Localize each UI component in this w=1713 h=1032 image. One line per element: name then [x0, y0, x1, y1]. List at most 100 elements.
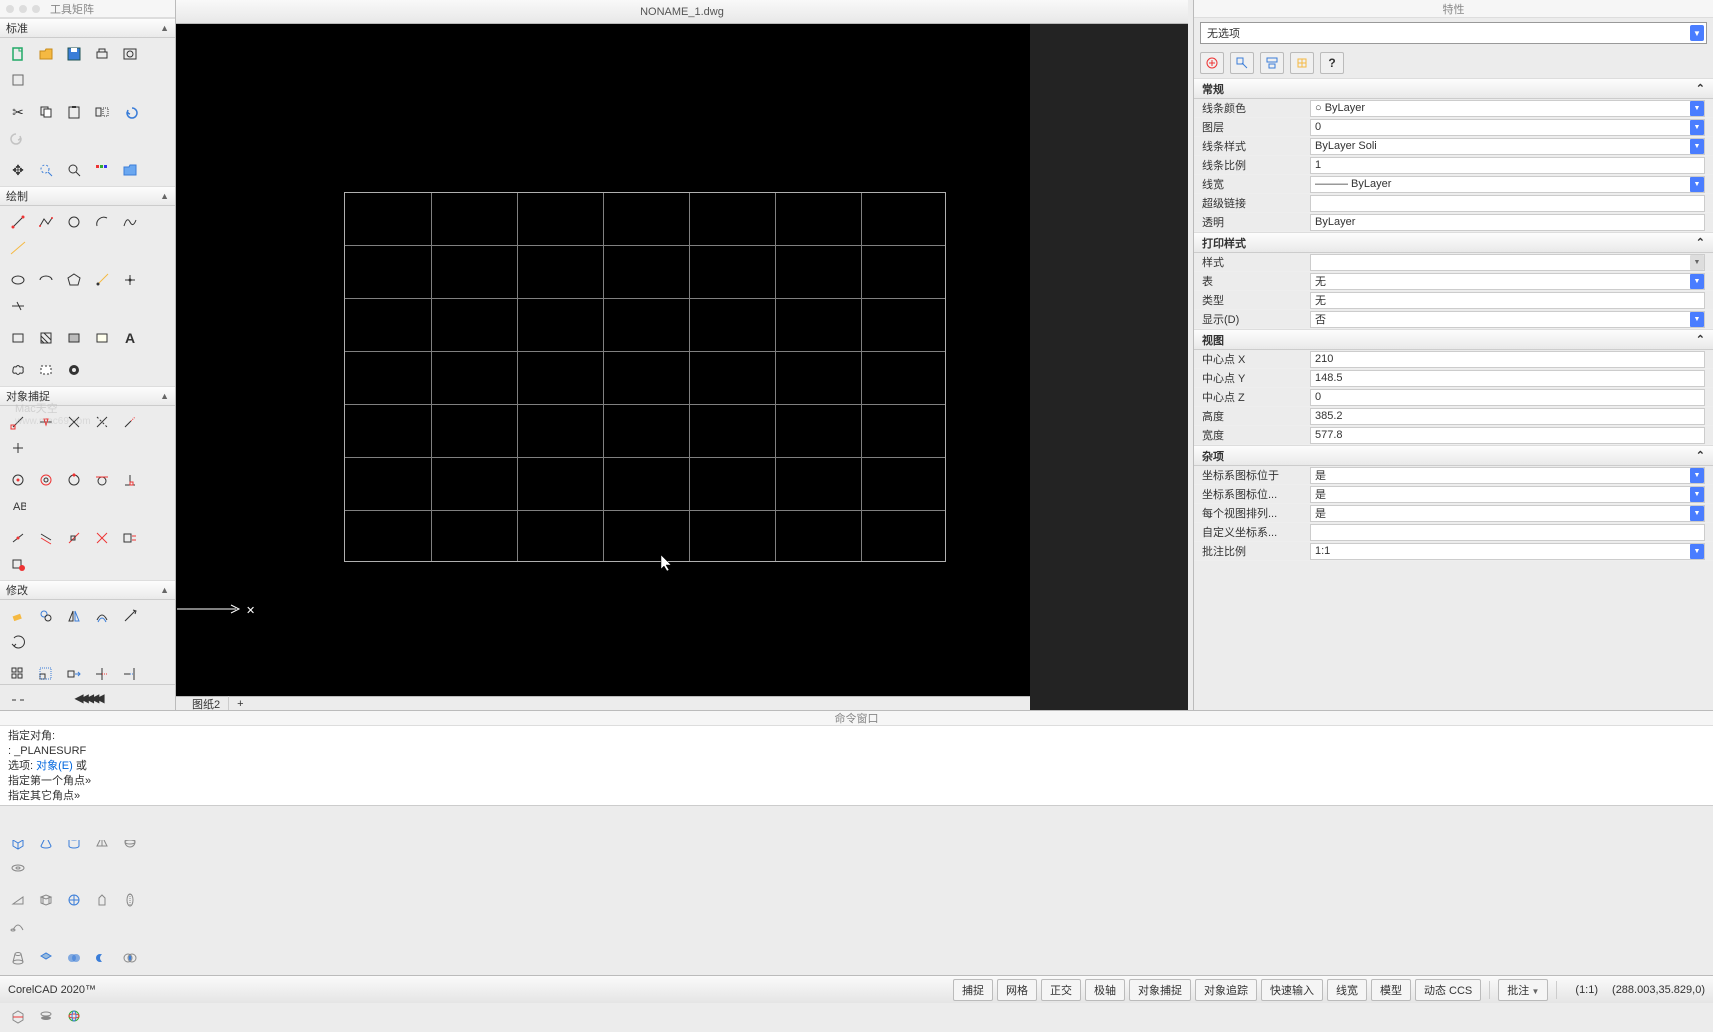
region-icon[interactable] [61, 326, 87, 350]
section-standard[interactable]: 标准▲ [0, 18, 175, 38]
qinput-toggle[interactable]: 快速输入 [1261, 979, 1323, 1001]
print-table-field[interactable]: 无▼ [1310, 273, 1705, 290]
open-icon[interactable] [33, 42, 59, 66]
mesh-icon[interactable] [33, 888, 59, 912]
snap-midpoint-icon[interactable] [33, 410, 59, 434]
offset-icon[interactable] [89, 604, 115, 628]
pan-icon[interactable]: ✥ [5, 158, 31, 182]
pick-add-icon[interactable] [1200, 52, 1224, 74]
paste-icon[interactable] [61, 100, 87, 124]
snap-nearest-icon[interactable] [5, 526, 31, 550]
thicken-icon[interactable] [33, 1004, 59, 1028]
line-scale-field[interactable]: 1 [1310, 157, 1705, 174]
print-preview-icon[interactable] [117, 42, 143, 66]
print-display-field[interactable]: 否▼ [1310, 311, 1705, 328]
snap-perpendicular-icon[interactable] [117, 468, 143, 492]
ortho-toggle[interactable]: 正交 [1041, 979, 1081, 1001]
stretch-icon[interactable] [61, 662, 87, 686]
arc-icon[interactable] [89, 210, 115, 234]
copy-obj-icon[interactable] [33, 604, 59, 628]
transparent-field[interactable]: ByLayer [1310, 214, 1705, 231]
copy-icon[interactable] [33, 100, 59, 124]
redo-icon[interactable] [5, 126, 31, 150]
zoom-realtime-icon[interactable] [33, 158, 59, 182]
match-prop-icon[interactable] [89, 100, 115, 124]
xline-icon[interactable] [5, 236, 31, 260]
subtract-icon[interactable] [89, 946, 115, 970]
union-icon[interactable] [61, 946, 87, 970]
help-button[interactable]: ? [1320, 52, 1344, 74]
intersect-icon[interactable] [117, 946, 143, 970]
otrack-toggle[interactable]: 对象追踪 [1195, 979, 1257, 1001]
rotate-icon[interactable] [5, 630, 31, 654]
snap-none-icon[interactable] [89, 526, 115, 550]
3drotate-icon[interactable] [61, 1004, 87, 1028]
snap-geometric-icon[interactable] [33, 468, 59, 492]
mirror-icon[interactable] [61, 604, 87, 628]
snap-toggle[interactable]: 捕捉 [953, 979, 993, 1001]
snap-quadrant-icon[interactable] [61, 468, 87, 492]
section-modify[interactable]: 修改▲ [0, 580, 175, 600]
view-width-field[interactable]: 577.8 [1310, 427, 1705, 444]
section-general[interactable]: 常规⌃ [1194, 78, 1713, 99]
rectangle-icon[interactable] [5, 326, 31, 350]
hyperlink-field[interactable] [1310, 195, 1705, 212]
lweight-toggle[interactable]: 线宽 [1327, 979, 1367, 1001]
boundary-icon[interactable] [89, 326, 115, 350]
section-print[interactable]: 打印样式⌃ [1194, 232, 1713, 253]
new-icon[interactable] [5, 42, 31, 66]
custom-cs-field[interactable] [1310, 524, 1705, 541]
move-icon[interactable] [117, 604, 143, 628]
cut-icon[interactable]: ✂ [5, 100, 31, 124]
section-snap[interactable]: 对象捕捉▲ [0, 386, 175, 406]
snap-tangent-icon[interactable] [89, 468, 115, 492]
anno-dropdown[interactable]: 批注 [1498, 979, 1548, 1001]
section-icon[interactable] [5, 1004, 31, 1028]
trim-icon[interactable] [89, 662, 115, 686]
torus-icon[interactable] [5, 856, 31, 880]
toolbox-collapse[interactable]: ◀◀◀◀◀ [0, 684, 175, 710]
text-icon[interactable]: A [117, 326, 143, 350]
selection-dropdown[interactable]: 无选项 ▼ [1200, 22, 1707, 44]
per-vp-field[interactable]: 是▼ [1310, 505, 1705, 522]
circle-icon[interactable] [61, 210, 87, 234]
array-icon[interactable] [5, 662, 31, 686]
snap-off-icon[interactable] [5, 552, 31, 576]
snap-node-icon[interactable]: AB [5, 494, 31, 518]
ucs-at-field[interactable]: 是▼ [1310, 467, 1705, 484]
quick-select-icon[interactable] [1230, 52, 1254, 74]
command-history[interactable]: 指定对角: : _PLANESURF 选项: 对象(E) 或 指定第一个角点» … [0, 726, 1713, 807]
line-weight-field[interactable]: ——— ByLayer▼ [1310, 176, 1705, 193]
section-misc[interactable]: 杂项⌃ [1194, 445, 1713, 466]
sweep-icon[interactable] [5, 914, 31, 938]
zoom-window-icon[interactable] [61, 158, 87, 182]
section-view[interactable]: 视图⌃ [1194, 329, 1713, 350]
ucs-pos-field[interactable]: 是▼ [1310, 486, 1705, 503]
grid-toggle[interactable]: 网格 [997, 979, 1037, 1001]
undo-icon[interactable] [117, 100, 143, 124]
toggle-icon[interactable] [1290, 52, 1314, 74]
section-draw[interactable]: 绘制▲ [0, 186, 175, 206]
extend-icon[interactable] [117, 662, 143, 686]
extrude-icon[interactable] [89, 888, 115, 912]
plot-icon[interactable] [5, 68, 31, 92]
line-color-field[interactable]: ○ ByLayer▼ [1310, 100, 1705, 117]
ellipse-arc-icon[interactable] [33, 268, 59, 292]
snap-center-icon[interactable] [5, 468, 31, 492]
polygon-icon[interactable] [61, 268, 87, 292]
save-icon[interactable] [61, 42, 87, 66]
snap-extension-icon[interactable] [117, 410, 143, 434]
wipeout-icon[interactable] [33, 358, 59, 382]
erase-icon[interactable] [5, 604, 31, 628]
snap-endpoint-icon[interactable] [5, 410, 31, 434]
revolve-icon[interactable] [117, 888, 143, 912]
donut-icon[interactable] [61, 358, 87, 382]
spline-icon[interactable] [117, 210, 143, 234]
splitter[interactable] [0, 805, 1713, 840]
scale-icon[interactable] [33, 662, 59, 686]
wedge-icon[interactable] [5, 888, 31, 912]
center-x-field[interactable]: 210 [1310, 351, 1705, 368]
point-icon[interactable] [117, 268, 143, 292]
line-style-field[interactable]: ByLayer Soli▼ [1310, 138, 1705, 155]
snap-from-icon[interactable] [5, 436, 31, 460]
